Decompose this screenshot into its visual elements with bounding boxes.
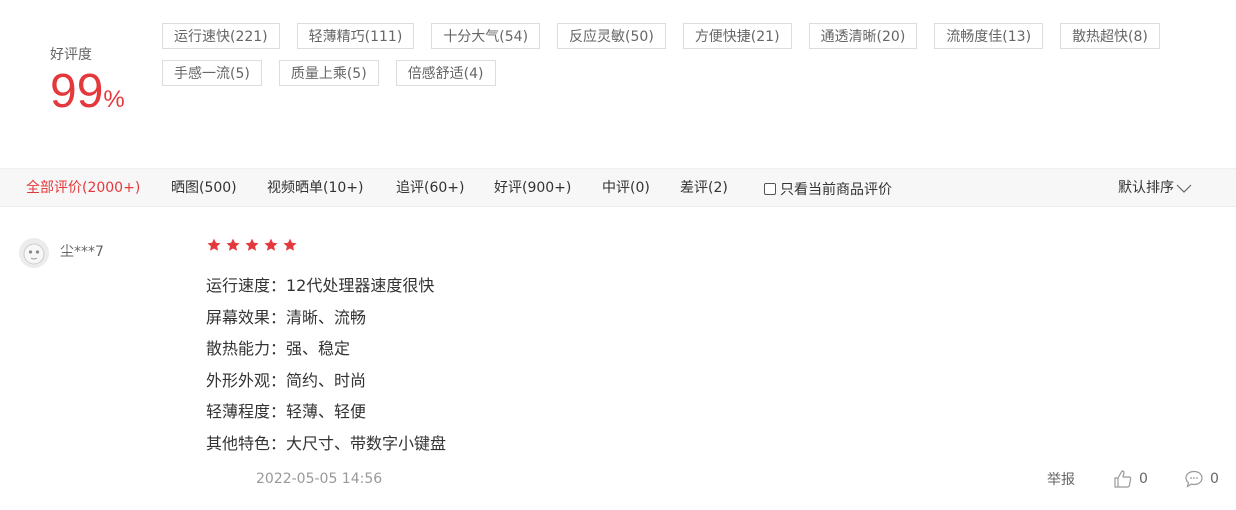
comment-count: 0 [1210, 471, 1219, 487]
review-tag[interactable]: 十分大气(54) [431, 23, 541, 49]
sort-dropdown[interactable]: 默认排序 [1118, 169, 1192, 208]
avatar[interactable] [19, 238, 49, 268]
rating-summary: 好评度 99% [50, 44, 125, 116]
rating-value: 99% [50, 68, 125, 116]
sort-label: 默认排序 [1118, 180, 1174, 196]
comment-icon [1185, 470, 1203, 488]
filter-negative[interactable]: 差评(2) [680, 169, 728, 208]
review-tag[interactable]: 手感一流(5) [162, 60, 262, 86]
star-icon [245, 238, 259, 251]
report-button[interactable]: 举报 [1047, 469, 1075, 489]
like-button[interactable]: 0 [1113, 469, 1148, 489]
review-line: 其他特色：大尺寸、带数字小键盘 [206, 433, 447, 453]
review-date: 2022-05-05 14:56 [256, 471, 383, 487]
report-label: 举报 [1047, 472, 1075, 488]
review-tag[interactable]: 轻薄精巧(111) [296, 23, 415, 49]
filter-positive[interactable]: 好评(900+) [494, 169, 571, 208]
star-icon [283, 238, 297, 251]
only-current-product-toggle[interactable]: 只看当前商品评价 [764, 169, 892, 208]
review-tag[interactable]: 运行速快(221) [162, 23, 280, 49]
review-username[interactable]: 尘***7 [60, 241, 104, 261]
review-line: 屏幕效果：清晰、流畅 [206, 307, 367, 327]
filter-followups[interactable]: 追评(60+) [396, 169, 464, 208]
review-tag[interactable]: 方便快捷(21) [682, 23, 792, 49]
only-current-checkbox[interactable] [764, 182, 776, 195]
comment-button[interactable]: 0 [1184, 469, 1219, 489]
chevron-down-icon [1176, 184, 1192, 193]
star-icon [264, 238, 278, 251]
filter-neutral[interactable]: 中评(0) [602, 169, 650, 208]
review-tag[interactable]: 散热超快(8) [1060, 23, 1160, 49]
filter-videos[interactable]: 视频晒单(10+) [267, 169, 363, 208]
filter-all[interactable]: 全部评价(2000+) [26, 169, 140, 208]
review-tag[interactable]: 通透清晰(20) [808, 23, 918, 49]
review-tag[interactable]: 反应灵敏(50) [557, 23, 666, 49]
star-icon [207, 238, 221, 251]
review-content: 运行速度：12代处理器速度很快 屏幕效果：清晰、流畅 散热能力：强、稳定 外形外… [206, 270, 1106, 459]
review-line: 外形外观：简约、时尚 [206, 370, 367, 390]
review-tags: 运行速快(221) 轻薄精巧(111) 十分大气(54) 反应灵敏(50) 方便… [162, 23, 1212, 86]
filter-photos[interactable]: 晒图(500) [171, 169, 237, 208]
like-count: 0 [1139, 471, 1148, 487]
review-tag[interactable]: 流畅度佳(13) [934, 23, 1044, 49]
rating-number: 99 [50, 65, 104, 118]
filter-bar: 全部评价(2000+) 晒图(500) 视频晒单(10+) 追评(60+) 好评… [0, 168, 1236, 207]
review-tag[interactable]: 质量上乘(5) [278, 60, 379, 86]
only-current-label: 只看当前商品评价 [780, 181, 892, 198]
review-tag[interactable]: 倍感舒适(4) [395, 60, 496, 86]
star-rating [206, 237, 298, 253]
review-item: 尘***7 运行速度：12代处理器速度很快 屏幕效果：清晰、流畅 散热能力：强、… [0, 207, 1236, 510]
star-icon [226, 238, 240, 251]
review-line: 散热能力：强、稳定 [206, 339, 351, 358]
thumbs-up-icon [1114, 470, 1132, 488]
rating-label: 好评度 [50, 47, 92, 63]
user-avatar-icon [19, 238, 49, 268]
review-line: 运行速度：12代处理器速度很快 [206, 276, 435, 295]
review-line: 轻薄程度：轻薄、轻便 [206, 402, 367, 421]
rating-unit: % [103, 86, 125, 113]
